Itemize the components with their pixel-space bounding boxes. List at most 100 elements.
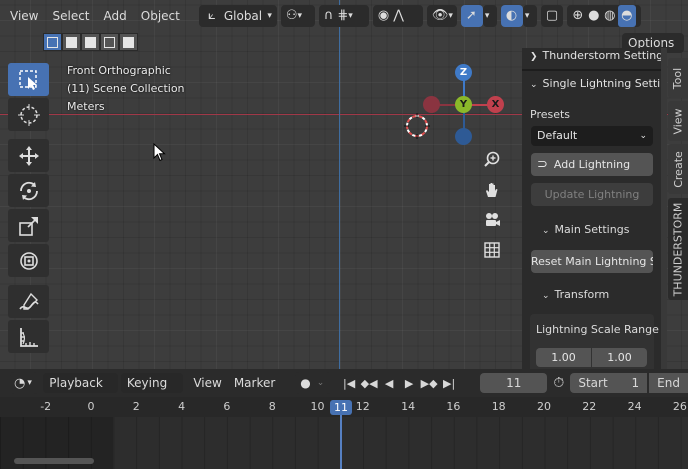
magnet-icon: ∩ xyxy=(323,7,334,23)
xray-toggle[interactable]: ▢ xyxy=(540,4,563,27)
camera-icon[interactable] xyxy=(481,209,503,231)
ruler-tick: 20 xyxy=(537,400,551,413)
record-button[interactable]: ● ⌄ xyxy=(295,372,332,394)
editor-type-dropdown[interactable]: ◔ ▾ xyxy=(10,372,39,394)
timeline-scrollbar[interactable] xyxy=(14,458,94,464)
ruler-tick: -2 xyxy=(40,400,52,413)
ruler-tick: 0 xyxy=(87,400,95,413)
ruler-tick: 10 xyxy=(310,400,325,413)
jump-start-icon[interactable]: |◀ xyxy=(339,377,359,390)
tab-thunderstorm[interactable]: THUNDERSTORM xyxy=(668,198,688,300)
rotate-tool[interactable] xyxy=(8,174,49,207)
jump-end-icon[interactable]: ▶| xyxy=(439,377,459,390)
jump-keyframe-forward-icon[interactable]: ▶◆ xyxy=(419,377,439,390)
transform-header[interactable]: ⌄ Transform xyxy=(542,288,609,301)
playhead[interactable] xyxy=(340,415,342,469)
scale-min-field[interactable]: 1.00 xyxy=(536,348,591,367)
main-settings-header[interactable]: ⌄ Main Settings xyxy=(542,223,629,236)
scale-icon xyxy=(18,216,38,236)
chevron-down-icon: ▾ xyxy=(27,378,32,388)
stopwatch-icon[interactable]: ⏱ xyxy=(553,375,564,391)
current-frame-field[interactable]: 11 xyxy=(480,373,548,393)
solid-shading-icon: ● xyxy=(588,7,600,23)
overlays-dropdown[interactable]: ▾ xyxy=(522,4,537,27)
tab-view[interactable]: View xyxy=(668,101,688,141)
presets-label: Presets xyxy=(530,108,571,121)
select-box-icon xyxy=(18,69,37,90)
gizmo-x-axis[interactable]: X xyxy=(487,96,504,113)
thunderstorm-settings-header[interactable]: ❯ Thunderstorm Settings xyxy=(522,48,661,68)
start-frame-field[interactable]: Start 1 xyxy=(570,373,648,393)
tab-view-label: View xyxy=(671,107,685,135)
ruler-tick: 12 xyxy=(355,400,370,413)
timeline-area[interactable] xyxy=(0,417,688,469)
annotate-icon xyxy=(18,292,39,310)
chevron-down-icon: ⌄ xyxy=(542,226,550,236)
annotate-tool[interactable] xyxy=(8,285,49,318)
transform-orientation-dropdown[interactable]: ⟀ Global ▾ xyxy=(198,4,277,27)
keying-dropdown[interactable]: Keying ⌄ xyxy=(120,373,184,410)
snap-toggle[interactable]: ∩ ⋕ ▾ xyxy=(318,4,369,27)
gizmo-y-axis[interactable]: Y xyxy=(455,96,472,113)
chevron-down-icon: ▾ xyxy=(524,10,530,21)
single-lightning-label: Single Lightning Setting xyxy=(542,77,661,90)
menu-view[interactable]: View xyxy=(3,5,45,27)
gizmo-icon: ➚ xyxy=(465,7,477,23)
gizmo-toggle[interactable]: ➚ xyxy=(460,4,483,27)
gizmo-dropdown[interactable]: ▾ xyxy=(482,4,497,27)
zoom-icon[interactable] xyxy=(481,149,503,171)
scale-tool[interactable] xyxy=(8,209,49,242)
playback-dropdown[interactable]: Playback ⌄ xyxy=(43,373,118,410)
cursor-tool[interactable] xyxy=(8,98,49,131)
navigation-gizmo[interactable]: Z X Y xyxy=(418,62,508,152)
transform-tool[interactable] xyxy=(8,244,49,277)
tab-create[interactable]: Create xyxy=(668,144,688,194)
proportional-edit-toggle[interactable]: ◉ ⋀ xyxy=(372,4,423,27)
snap-grid-icon: ⋕ xyxy=(337,7,349,23)
select-invert-icon[interactable] xyxy=(100,33,119,51)
move-tool[interactable] xyxy=(8,139,49,172)
select-extend-icon[interactable] xyxy=(62,33,81,51)
marker-menu[interactable]: Marker xyxy=(228,372,281,394)
select-intersect-icon[interactable] xyxy=(119,33,138,51)
visibility-dropdown[interactable]: 👁 ▾ xyxy=(426,4,457,27)
shading-modes[interactable]: ⊕ ● ◍ ◓ xyxy=(566,4,641,27)
sidebar-tabs: Tool View Create THUNDERSTORM xyxy=(667,56,688,369)
measure-tool[interactable] xyxy=(8,320,49,353)
mouse-pointer-icon xyxy=(153,143,166,162)
scale-max-field[interactable]: 1.00 xyxy=(592,348,647,367)
pivot-point-dropdown[interactable]: ⚇ ▾ xyxy=(280,4,315,27)
reset-main-lightning-button[interactable]: Reset Main Lightning S... xyxy=(531,250,653,273)
pan-hand-icon[interactable] xyxy=(481,179,503,201)
play-icon[interactable]: ▶ xyxy=(399,377,419,390)
viewport-header: View Select Add Object ⟀ Global ▾ ⚇ ▾ ∩ … xyxy=(0,0,688,31)
single-lightning-header[interactable]: ⌄ Single Lightning Setting xyxy=(522,72,661,96)
jump-keyframe-back-icon[interactable]: ◆◀ xyxy=(359,377,379,390)
menu-select[interactable]: Select xyxy=(45,5,96,27)
ruler-tick: 26 xyxy=(672,400,687,413)
gizmo-neg-z-axis[interactable] xyxy=(455,128,472,145)
gizmo-neg-x-axis[interactable] xyxy=(423,96,440,113)
ruler-tick: 2 xyxy=(132,400,140,413)
gizmo-z-axis[interactable]: Z xyxy=(455,64,472,81)
ruler-tick: 24 xyxy=(627,400,642,413)
select-box-tool[interactable] xyxy=(8,63,49,96)
menu-add[interactable]: Add xyxy=(97,5,134,27)
current-frame-badge[interactable]: 11 xyxy=(330,400,352,415)
play-reverse-icon[interactable]: ◀ xyxy=(379,377,399,390)
menu-object[interactable]: Object xyxy=(134,5,187,27)
select-subtract-icon[interactable] xyxy=(81,33,100,51)
orientation-icon: ⟀ xyxy=(207,7,216,23)
timeline-view-menu[interactable]: View xyxy=(187,372,227,394)
presets-dropdown[interactable]: Default ⌄ xyxy=(531,126,653,146)
tab-tool[interactable]: Tool xyxy=(668,58,688,98)
grid-icon[interactable] xyxy=(481,239,503,261)
falloff-icon: ⋀ xyxy=(393,7,404,23)
overlays-toggle[interactable]: ◐ xyxy=(500,4,523,27)
select-new-icon[interactable] xyxy=(43,33,62,51)
z-axis-line xyxy=(339,0,340,369)
end-frame-field[interactable]: End xyxy=(649,373,688,393)
overlays-icon: ◐ xyxy=(505,7,518,23)
add-lightning-button[interactable]: ⊃ Add Lightning xyxy=(531,153,653,176)
chevron-down-icon: ▾ xyxy=(448,10,453,21)
